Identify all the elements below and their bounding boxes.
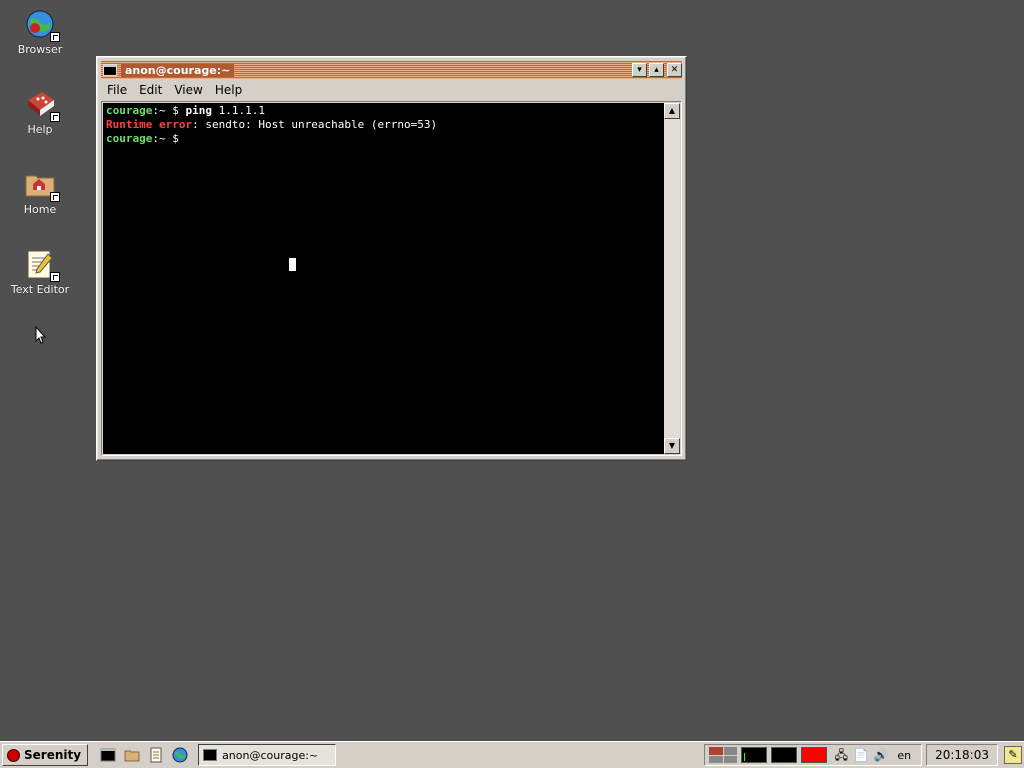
desktop-icon-browser[interactable]: Browser xyxy=(0,8,80,56)
terminal-line: Runtime error: sendto: Host unreachable … xyxy=(106,118,661,132)
start-label: Serenity xyxy=(24,748,82,762)
desktop-icon-label: Help xyxy=(27,123,53,136)
clipboard-icon[interactable]: 📄 xyxy=(853,747,869,763)
memory-graph[interactable] xyxy=(771,747,798,763)
terminal-launch-icon[interactable] xyxy=(100,747,116,763)
terminal-line: courage:~ $ xyxy=(106,132,661,146)
desktop-icon-label: Text Editor xyxy=(10,283,70,296)
terminal-output[interactable]: courage:~ $ ping 1.1.1.1 Runtime error: … xyxy=(103,103,664,454)
maximize-button[interactable]: ▴ xyxy=(649,63,664,77)
minimize-button[interactable]: ▾ xyxy=(632,63,647,77)
terminal-frame: courage:~ $ ping 1.1.1.1 Runtime error: … xyxy=(101,101,682,456)
text-editor-launch-icon[interactable] xyxy=(148,747,164,763)
volume-icon[interactable]: 🔊 xyxy=(873,747,889,763)
taskbar: Serenity anon@courage:~ 🖧 📄 🔊 en 20:18:0… xyxy=(0,741,1024,768)
error-message: : sendto: Host unreachable (errno=53) xyxy=(192,118,438,131)
system-tray: 🖧 📄 🔊 en xyxy=(704,744,923,766)
book-icon xyxy=(24,88,60,122)
menubar: File Edit View Help xyxy=(101,81,682,99)
cpu-graph[interactable] xyxy=(741,747,768,763)
menu-view[interactable]: View xyxy=(168,83,208,97)
prompt-host: courage xyxy=(106,132,153,145)
home-folder-icon xyxy=(24,168,60,202)
start-button[interactable]: Serenity xyxy=(2,744,89,766)
menu-edit[interactable]: Edit xyxy=(133,83,168,97)
terminal-icon xyxy=(203,749,218,761)
browser-launch-icon[interactable] xyxy=(172,747,188,763)
desktop-icon-label: Home xyxy=(23,203,57,216)
notification-icon[interactable]: ✎ xyxy=(1004,746,1022,764)
taskbar-window-button[interactable]: anon@courage:~ xyxy=(198,744,337,766)
terminal-icon xyxy=(103,64,117,76)
quick-launch xyxy=(96,747,192,763)
desktop-icon-label: Browser xyxy=(17,43,63,56)
menu-help[interactable]: Help xyxy=(209,83,248,97)
terminal-window[interactable]: anon@courage:~ ▾ ▴ ✕ File Edit View Help… xyxy=(96,56,687,461)
prompt-path: :~ $ xyxy=(152,104,186,117)
window-title: anon@courage:~ xyxy=(121,63,235,77)
error-label: Runtime error xyxy=(106,118,193,131)
command-args: 1.1.1.1 xyxy=(211,104,265,117)
file-manager-icon[interactable] xyxy=(124,747,140,763)
clock[interactable]: 20:18:03 xyxy=(926,744,998,766)
scroll-up-button[interactable]: ▲ xyxy=(664,103,680,119)
vertical-scrollbar[interactable]: ▲ ▼ xyxy=(664,103,680,454)
prompt-host: courage xyxy=(106,104,153,117)
desktop-icon-home[interactable]: Home xyxy=(0,168,80,216)
serenity-logo-icon xyxy=(7,748,20,762)
close-button[interactable]: ✕ xyxy=(667,63,682,77)
terminal-line: courage:~ $ ping 1.1.1.1 xyxy=(106,104,661,118)
prompt-path: :~ $ xyxy=(152,132,179,145)
workspace-switcher[interactable] xyxy=(709,747,738,763)
taskbar-window-title: anon@courage:~ xyxy=(222,748,319,762)
notepad-icon xyxy=(24,248,60,282)
scroll-down-button[interactable]: ▼ xyxy=(664,438,680,454)
window-titlebar[interactable]: anon@courage:~ ▾ ▴ ✕ xyxy=(101,61,682,79)
network-icon[interactable]: 🖧 xyxy=(833,747,849,763)
menu-file[interactable]: File xyxy=(101,83,133,97)
desktop-icon-help[interactable]: Help xyxy=(0,88,80,136)
text-cursor xyxy=(289,258,296,271)
keyboard-layout[interactable]: en xyxy=(897,749,911,762)
network-graph[interactable] xyxy=(801,747,828,763)
desktop-icon-text-editor[interactable]: Text Editor xyxy=(0,248,80,296)
globe-icon xyxy=(24,8,60,42)
command-name: ping xyxy=(185,104,212,117)
